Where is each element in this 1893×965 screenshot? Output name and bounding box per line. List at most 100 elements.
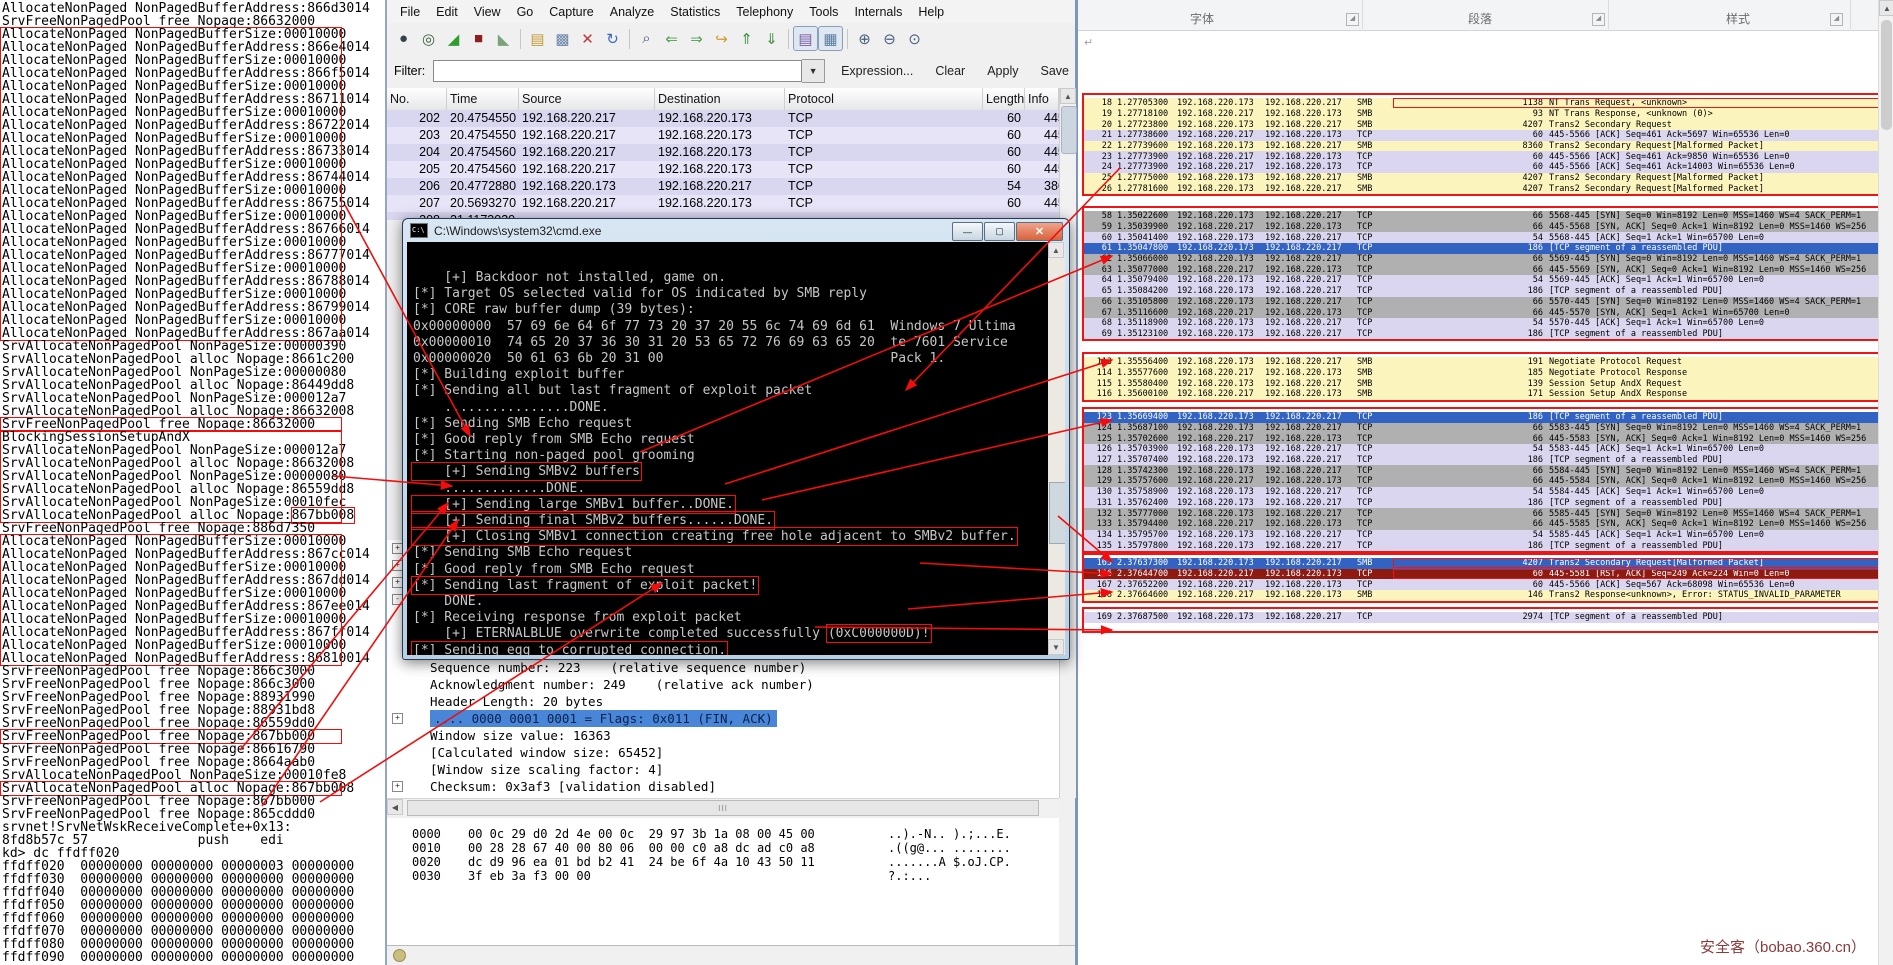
- menu-item-capture[interactable]: Capture: [541, 2, 601, 22]
- expression-button[interactable]: Expression...: [835, 61, 919, 81]
- font-dialog-launcher-icon[interactable]: ◢: [1346, 13, 1359, 26]
- start-capture-icon[interactable]: ◢: [441, 26, 466, 51]
- cmd-console[interactable]: [+] Backdoor not installed, game on.[*] …: [407, 242, 1065, 655]
- detail-row[interactable]: Header Length: 20 bytes: [387, 693, 1059, 710]
- autoscroll-icon[interactable]: ▦: [818, 26, 843, 51]
- zoom-in-icon[interactable]: ⊕: [852, 26, 877, 51]
- document-scrollbar[interactable]: ▲: [1878, 0, 1893, 965]
- doc-packet-info: 2974[TCP segment of a reassembled PDU]: [1393, 612, 1879, 622]
- find-packet-icon[interactable]: ⌕: [634, 26, 659, 51]
- style-dialog-launcher-icon[interactable]: ◢: [1830, 13, 1843, 26]
- go-top-icon[interactable]: ⇑: [734, 26, 759, 51]
- zoom-out-icon[interactable]: ⊖: [877, 26, 902, 51]
- colorize-list-icon[interactable]: ▤: [793, 26, 818, 51]
- column-header-destination[interactable]: Destination: [655, 88, 785, 110]
- doc-packet-cell: SMB: [1357, 141, 1393, 151]
- doc-packet-row: 1662.37644700192.168.220.217192.168.220.…: [1084, 569, 1879, 580]
- doc-packet-cell: 1.35777000: [1117, 509, 1173, 519]
- packet-list-header[interactable]: No.TimeSourceDestinationProtocolLengthIn…: [387, 88, 1059, 111]
- scrollbar-thumb[interactable]: [1881, 20, 1892, 130]
- interface-list-icon[interactable]: ●: [391, 26, 416, 51]
- stop-capture-icon[interactable]: ■: [466, 26, 491, 51]
- scrollbar-thumb[interactable]: III: [407, 800, 1039, 816]
- scrollbar-thumb[interactable]: [1049, 482, 1065, 544]
- menu-item-edit[interactable]: Edit: [428, 2, 466, 22]
- doc-packet-cell: 1.35580400: [1117, 379, 1173, 389]
- menu-item-statistics[interactable]: Statistics: [662, 2, 728, 22]
- detail-row[interactable]: +.... 0000 0001 0001 = Flags: 0x011 (FIN…: [387, 710, 1059, 727]
- scrollbar-thumb[interactable]: [1061, 106, 1077, 154]
- detail-row[interactable]: +Checksum: 0x3af3 [validation disabled]: [387, 778, 1059, 795]
- apply-button[interactable]: Apply: [981, 61, 1024, 81]
- menu-item-telephony[interactable]: Telephony: [728, 2, 801, 22]
- zoom-100-icon[interactable]: ⊙: [902, 26, 927, 51]
- word-ribbon: 字体 ◢ 段落 ◢ 样式 ◢: [1078, 0, 1878, 31]
- back-icon[interactable]: ⇐: [659, 26, 684, 51]
- menu-item-analyze[interactable]: Analyze: [602, 2, 662, 22]
- packet-row[interactable]: 20520.4754560192.168.220.217192.168.220.…: [387, 161, 1059, 178]
- scroll-up-icon[interactable]: ▲: [1879, 0, 1893, 16]
- detail-row[interactable]: [Window size scaling factor: 4]: [387, 761, 1059, 778]
- doc-packet-info: 60445-5566 [ACK] Seq=461 Ack=5697 Win=65…: [1393, 130, 1879, 140]
- filter-dropdown-icon[interactable]: ▼: [802, 59, 825, 83]
- packet-bytes-pane[interactable]: 000000 0c 29 d0 2d 4e 00 0c 29 97 3b 1a …: [387, 818, 1059, 945]
- packet-cell: TCP: [788, 144, 813, 161]
- clear-button[interactable]: Clear: [929, 61, 971, 81]
- packet-row[interactable]: 20320.4754550192.168.220.217192.168.220.…: [387, 127, 1059, 144]
- restart-capture-icon[interactable]: ◣: [491, 26, 516, 51]
- goto-packet-icon[interactable]: ↪: [709, 26, 734, 51]
- close-capture-icon[interactable]: ✕: [575, 26, 600, 51]
- filter-input[interactable]: [433, 60, 802, 82]
- hex-row[interactable]: 0020dc d9 96 ea 01 bd b2 41 24 be 6f 4a …: [387, 855, 1059, 869]
- menu-item-file[interactable]: File: [392, 2, 428, 22]
- hex-row[interactable]: 00303f eb 3a f3 00 00?.:...: [387, 869, 1059, 883]
- cmd-scrollbar[interactable]: ▲ ▼: [1048, 242, 1065, 655]
- detail-row[interactable]: [Calculated window size: 65452]: [387, 744, 1059, 761]
- horizontal-scrollbar[interactable]: ◀ III: [387, 798, 1059, 816]
- expand-icon[interactable]: +: [392, 781, 403, 792]
- maximize-button[interactable]: ▢: [984, 222, 1015, 241]
- detail-row[interactable]: Acknowledgment number: 249 (relative ack…: [387, 676, 1059, 693]
- close-button[interactable]: ✕: [1016, 222, 1063, 241]
- doc-packet-cell: 1.27739600: [1117, 141, 1173, 151]
- menu-bar: FileEditViewGoCaptureAnalyzeStatisticsTe…: [387, 0, 1075, 24]
- expand-icon[interactable]: +: [392, 713, 403, 724]
- scroll-down-icon[interactable]: ▼: [1048, 639, 1064, 655]
- forward-icon[interactable]: ⇒: [684, 26, 709, 51]
- doc-packet-cell: Trans2 Response<unknown>, Error: STATUS_…: [1549, 590, 1841, 600]
- column-header-length[interactable]: Length: [983, 88, 1025, 110]
- reload-icon[interactable]: ↻: [600, 26, 625, 51]
- column-header-no[interactable]: No.: [387, 88, 447, 110]
- cmd-titlebar[interactable]: C:\ C:\Windows\system32\cmd.exe — ▢ ✕: [403, 219, 1069, 242]
- scroll-up-icon[interactable]: ▲: [1048, 242, 1064, 258]
- column-header-protocol[interactable]: Protocol: [785, 88, 983, 110]
- packet-row[interactable]: 20620.4772880192.168.220.173192.168.220.…: [387, 178, 1059, 195]
- minimize-button[interactable]: —: [952, 222, 983, 241]
- doc-packet-cell: 8360: [1393, 141, 1543, 151]
- kernel-debug-console[interactable]: AllocateNonPaged NonPagedBufferAddress:8…: [0, 0, 385, 965]
- menu-item-go[interactable]: Go: [509, 2, 542, 22]
- column-header-time[interactable]: Time: [447, 88, 519, 110]
- packet-list[interactable]: 20220.4754550192.168.220.217192.168.220.…: [387, 110, 1059, 220]
- detail-row[interactable]: Window size value: 16363: [387, 727, 1059, 744]
- hex-row[interactable]: 000000 0c 29 d0 2d 4e 00 0c 29 97 3b 1a …: [387, 827, 1059, 841]
- menu-item-internals[interactable]: Internals: [846, 2, 910, 22]
- save-button[interactable]: Save: [1035, 61, 1076, 81]
- column-header-info[interactable]: Info: [1025, 88, 1059, 110]
- packet-row[interactable]: 20420.4754560192.168.220.217192.168.220.…: [387, 144, 1059, 161]
- menu-item-help[interactable]: Help: [910, 2, 952, 22]
- scroll-left-icon[interactable]: ◀: [387, 799, 403, 815]
- menu-item-view[interactable]: View: [466, 2, 509, 22]
- capture-options-icon[interactable]: ◎: [416, 26, 441, 51]
- hex-row[interactable]: 001000 28 28 67 40 00 80 06 00 00 c0 a8 …: [387, 841, 1059, 855]
- paragraph-dialog-launcher-icon[interactable]: ◢: [1592, 13, 1605, 26]
- save-file-icon[interactable]: ▩: [550, 26, 575, 51]
- packet-row[interactable]: 20720.5693270192.168.220.217192.168.220.…: [387, 195, 1059, 212]
- menu-item-tools[interactable]: Tools: [801, 2, 846, 22]
- open-file-icon[interactable]: ▤: [525, 26, 550, 51]
- go-bottom-icon[interactable]: ⇓: [759, 26, 784, 51]
- scroll-up-icon[interactable]: ▲: [1060, 88, 1076, 104]
- packet-row[interactable]: 20220.4754550192.168.220.217192.168.220.…: [387, 110, 1059, 127]
- detail-row[interactable]: Sequence number: 223 (relative sequence …: [387, 659, 1059, 676]
- column-header-source[interactable]: Source: [519, 88, 655, 110]
